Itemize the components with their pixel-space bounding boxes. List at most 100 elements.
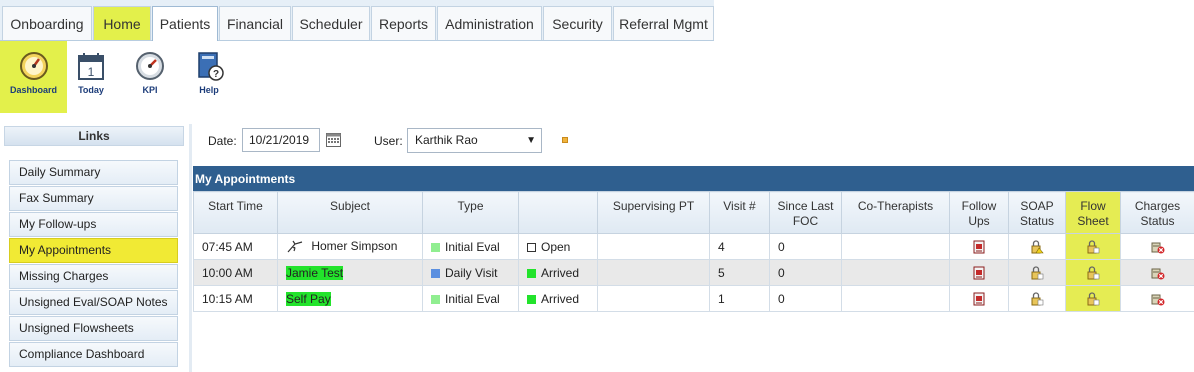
flow-sheet-cell[interactable] [1065,285,1121,312]
follow-ups-cell[interactable] [949,233,1009,260]
links-panel-title: Links [4,126,184,146]
svg-text:1: 1 [88,65,95,79]
start-time-cell: 10:15 AM [193,285,278,312]
flow-sheet-cell[interactable] [1065,259,1121,286]
soap-status-cell[interactable] [1008,233,1066,260]
user-select[interactable]: Karthik Rao ▼ [407,128,542,153]
co-therapists-cell [841,259,950,286]
lock-document-icon[interactable] [1030,292,1044,306]
table-row[interactable]: 07:45 AM Homer Simpson Initial Eval Open… [193,233,1194,260]
follow-up-icon[interactable] [972,266,986,280]
supervising-pt-cell [597,285,710,312]
charges-denied-icon[interactable] [1151,266,1165,280]
status-cell: Arrived [518,259,598,286]
status-swatch [527,268,536,278]
follow-up-icon[interactable] [972,292,986,306]
column-status[interactable] [518,191,598,234]
links-panel: Links Daily Summary Fax Summary My Follo… [0,124,186,372]
lock-document-icon[interactable] [1086,292,1100,306]
lock-document-icon[interactable] [1086,240,1100,254]
user-select-value: Karthik Rao [415,133,478,147]
status-cell: Arrived [518,285,598,312]
help-book-icon: ? [198,52,224,81]
link-daily-summary[interactable]: Daily Summary [9,160,178,185]
dropdown-arrow-icon: ▼ [526,135,536,146]
charges-status-cell[interactable] [1120,259,1194,286]
column-co-therapists[interactable]: Co-Therapists [841,191,950,234]
column-follow-ups[interactable]: Follow Ups [949,191,1009,234]
tab-onboarding[interactable]: Onboarding [2,6,92,40]
user-label: User: [374,134,403,148]
ribbon-help-button[interactable]: ? Help [189,41,229,113]
lock-warning-icon[interactable] [1030,240,1044,254]
column-since-last-foc[interactable]: Since Last FOC [769,191,842,234]
charges-denied-icon[interactable] [1151,292,1165,306]
type-cell: Initial Eval [422,285,519,312]
table-row[interactable]: 10:00 AM Jamie Test Daily Visit Arrived … [193,259,1194,286]
charges-denied-icon[interactable] [1151,240,1165,254]
column-supervising-pt[interactable]: Supervising PT [597,191,710,234]
link-compliance-dashboard[interactable]: Compliance Dashboard [9,342,178,367]
soap-status-header: SOAP Status [1019,199,1055,228]
tab-security[interactable]: Security [543,6,612,40]
tab-home[interactable]: Home [93,6,151,40]
column-start-time[interactable]: Start Time [193,191,278,234]
subject-cell[interactable]: Jamie Test [277,259,423,286]
tab-referral-mgmt[interactable]: Referral Mgmt [613,6,714,40]
status-swatch [527,294,536,304]
refresh-icon[interactable] [562,137,568,143]
link-my-follow-ups[interactable]: My Follow-ups [9,212,178,237]
top-tab-bar: Onboarding Home Patients Financial Sched… [0,0,714,41]
link-fax-summary[interactable]: Fax Summary [9,186,178,211]
ribbon-dashboard-button[interactable]: Dashboard [0,41,67,113]
table-header-row: Start Time Subject Type Supervising PT V… [193,191,1194,234]
soap-status-cell[interactable] [1008,285,1066,312]
column-subject[interactable]: Subject [277,191,423,234]
table-row[interactable]: 10:15 AM Self Pay Initial Eval Arrived 1… [193,285,1194,312]
visit-number-cell: 1 [709,285,770,312]
type-label: Initial Eval [445,291,500,306]
status-label: Arrived [541,265,580,280]
follow-ups-cell[interactable] [949,259,1009,286]
date-field[interactable]: 10/21/2019 [242,128,320,152]
supervising-pt-cell [597,259,710,286]
gauge-icon [19,52,48,80]
visit-number-cell: 5 [709,259,770,286]
ribbon-today-button[interactable]: 1 Today [70,41,112,113]
follow-up-icon[interactable] [972,240,986,254]
gauge-icon [136,52,164,80]
date-label: Date: [208,134,237,148]
panel-splitter[interactable] [189,124,192,372]
tab-scheduler[interactable]: Scheduler [292,6,370,40]
tab-administration[interactable]: Administration [437,6,542,40]
calendar-picker-icon[interactable] [326,132,341,147]
flow-sheet-cell[interactable] [1065,233,1121,260]
ribbon-today-label: Today [78,85,104,95]
link-my-appointments[interactable]: My Appointments [9,238,178,263]
lock-document-icon[interactable] [1030,266,1044,280]
column-charges-status[interactable]: Charges Status [1120,191,1194,234]
lock-document-icon[interactable] [1086,266,1100,280]
type-cell: Initial Eval [422,233,519,260]
column-soap-status[interactable]: SOAP Status [1008,191,1066,234]
start-time-cell: 10:00 AM [193,259,278,286]
charges-status-cell[interactable] [1120,285,1194,312]
subject-cell[interactable]: Self Pay [277,285,423,312]
calendar-icon: 1 [78,53,104,80]
link-unsigned-flowsheets[interactable]: Unsigned Flowsheets [9,316,178,341]
tab-financial[interactable]: Financial [219,6,291,40]
appointments-table: Start Time Subject Type Supervising PT V… [193,191,1194,312]
link-missing-charges[interactable]: Missing Charges [9,264,178,289]
ribbon-kpi-button[interactable]: KPI [130,41,170,113]
column-flow-sheet[interactable]: Flow Sheet [1065,191,1121,234]
subject-cell[interactable]: Homer Simpson [277,233,423,260]
follow-ups-cell[interactable] [949,285,1009,312]
flow-sheet-header: Flow Sheet [1077,199,1109,228]
tab-reports[interactable]: Reports [371,6,436,40]
link-unsigned-eval-soap-notes[interactable]: Unsigned Eval/SOAP Notes [9,290,178,315]
tab-patients[interactable]: Patients [152,6,218,41]
column-visit-number[interactable]: Visit # [709,191,770,234]
charges-status-cell[interactable] [1120,233,1194,260]
column-type[interactable]: Type [422,191,519,234]
soap-status-cell[interactable] [1008,259,1066,286]
